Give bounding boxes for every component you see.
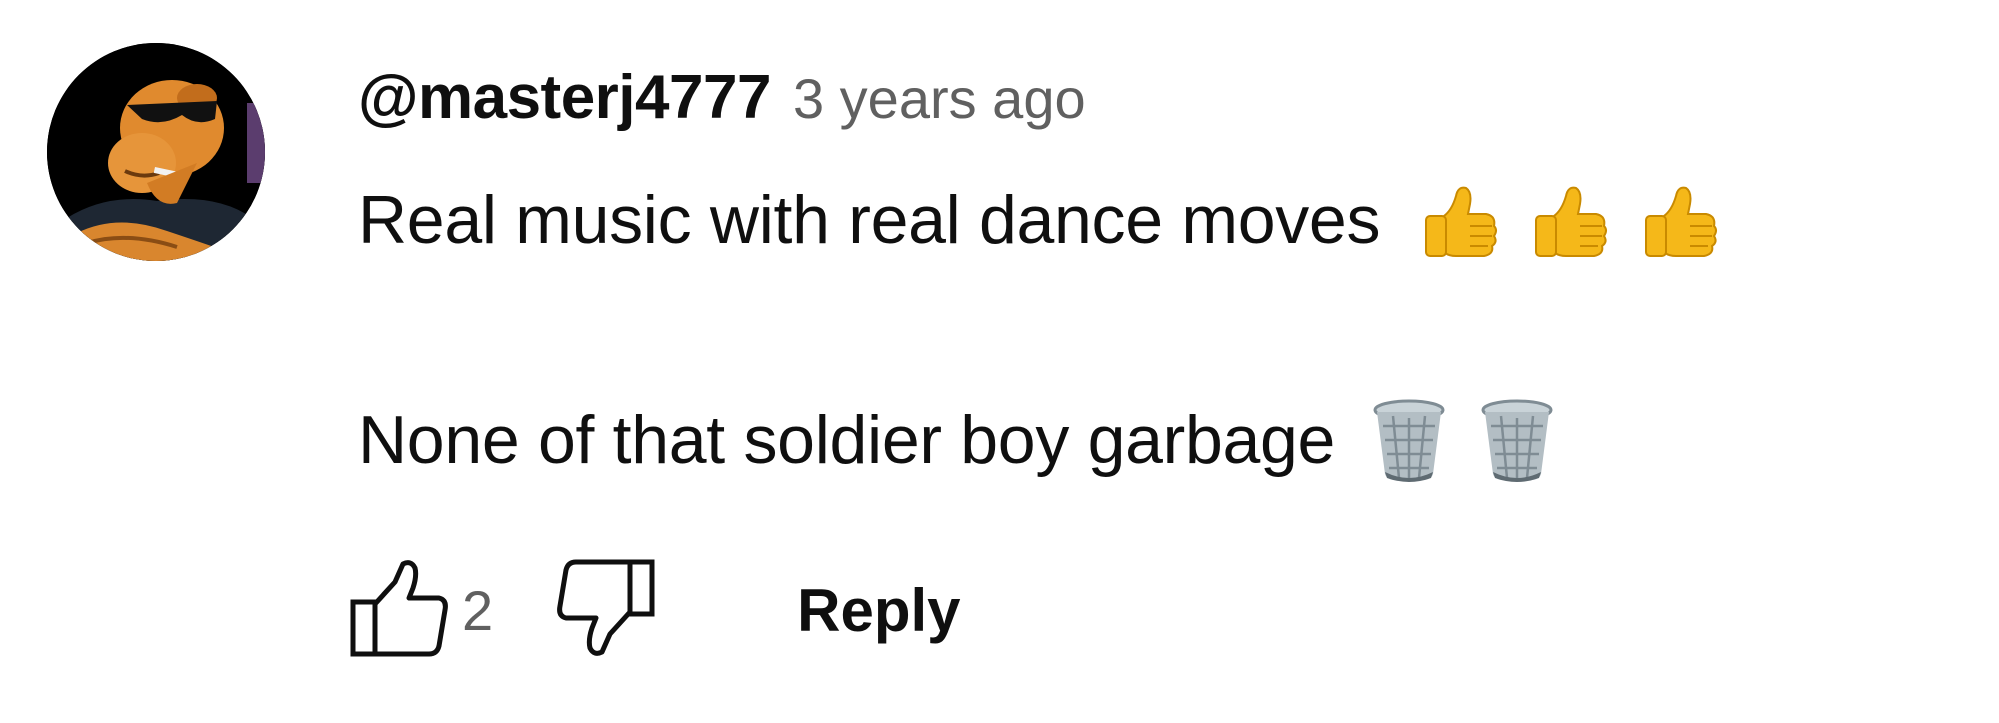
thumbs-up-emoji-icon (1532, 180, 1610, 260)
like-button[interactable] (348, 558, 452, 662)
comment-text-line-2: None of that soldier boy garbage (358, 398, 1555, 482)
comment-thread: @masterj4777 3 years ago Real music with… (0, 0, 1999, 723)
like-count: 2 (462, 578, 494, 642)
comment-text: Real music with real dance moves (358, 182, 1381, 258)
author-name[interactable]: @masterj4777 (358, 62, 771, 133)
timestamp[interactable]: 3 years ago (793, 66, 1086, 131)
avatar[interactable] (47, 43, 265, 261)
wastebasket-emoji-icon (1371, 398, 1447, 482)
dislike-button[interactable] (553, 558, 657, 662)
thumbs-up-emoji-icon (1642, 180, 1720, 260)
comment-actions: 2 Reply (348, 558, 961, 662)
reply-button[interactable]: Reply (797, 576, 960, 645)
wastebasket-emoji-icon (1479, 398, 1555, 482)
thumbs-up-outline-icon (349, 558, 451, 663)
comment-text-line-1: Real music with real dance moves (358, 180, 1720, 260)
comment-header: @masterj4777 3 years ago (358, 62, 1086, 132)
thumbs-up-emoji-icon (1422, 180, 1500, 260)
thumbs-down-outline-icon (554, 558, 656, 663)
comment-text: None of that soldier boy garbage (358, 402, 1336, 478)
